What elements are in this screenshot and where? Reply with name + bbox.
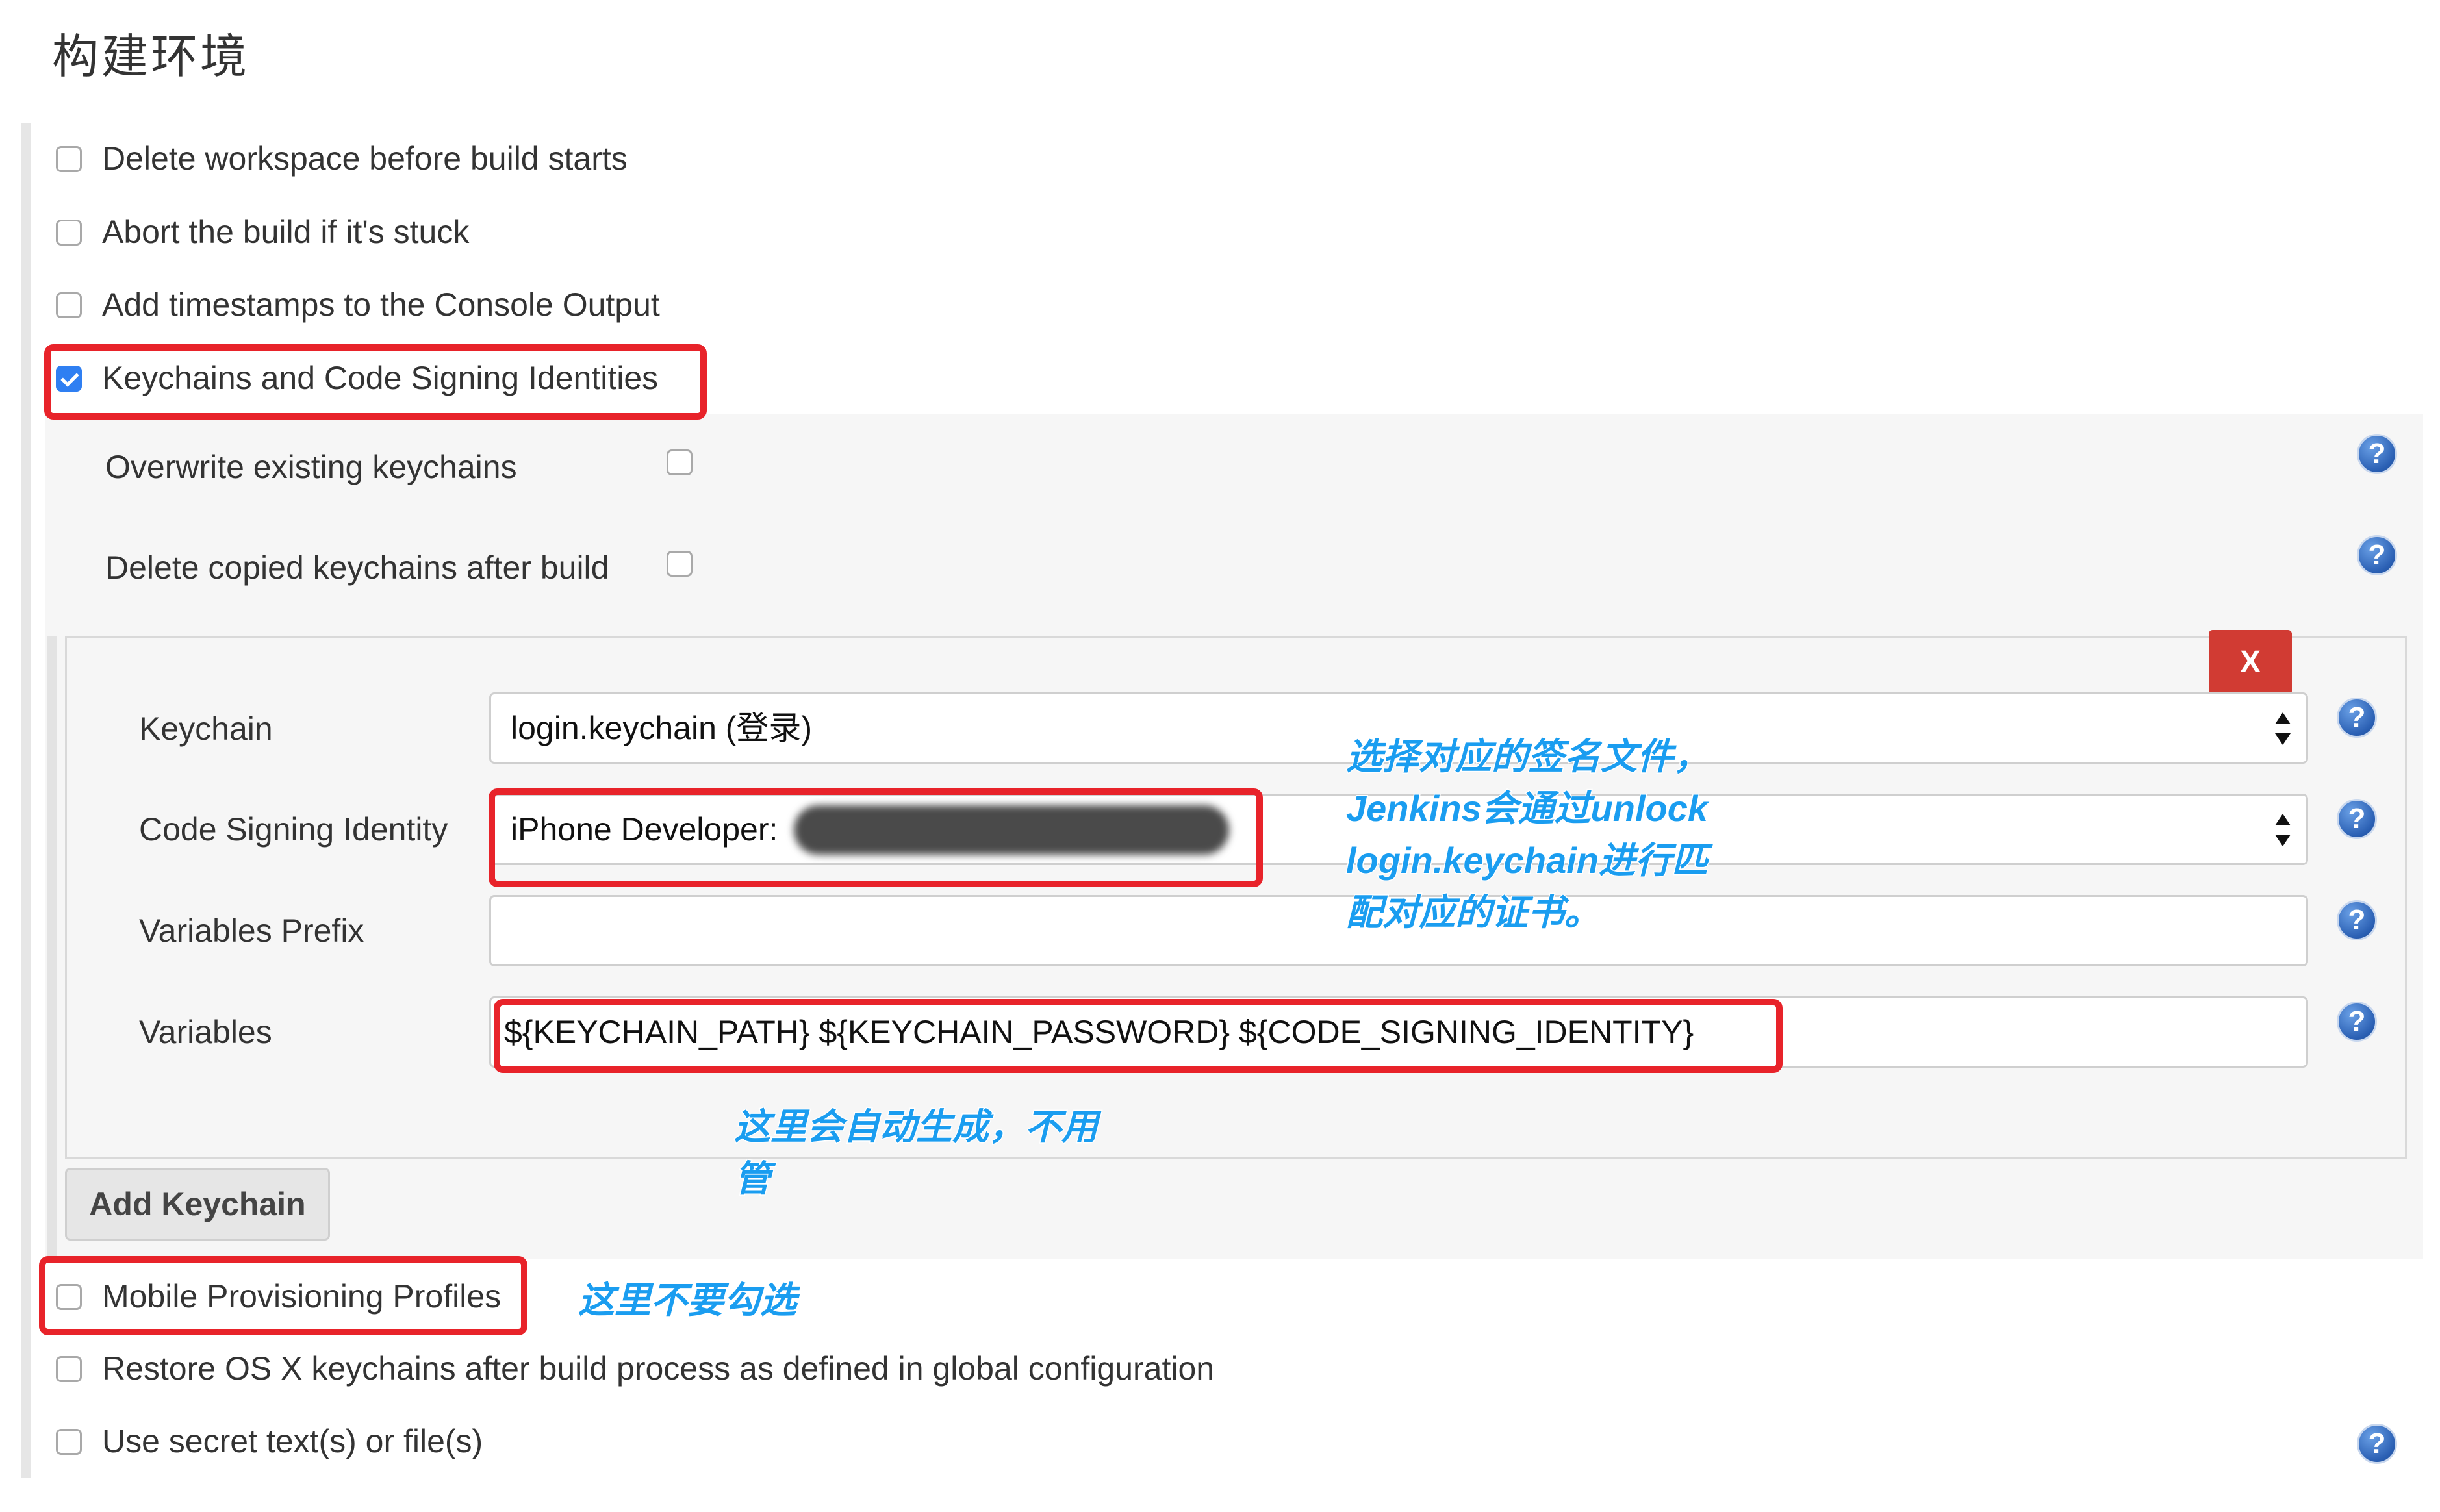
help-icon[interactable]: ?: [2337, 698, 2377, 738]
help-icon[interactable]: ?: [2357, 434, 2397, 474]
highlight-box-keychains: [44, 344, 707, 420]
overwrite-keychains-label: Overwrite existing keychains: [105, 449, 517, 485]
delete-copied-keychains-label: Delete copied keychains after build: [105, 549, 609, 586]
keychain-entry-bar: [47, 636, 57, 1257]
delete-workspace-checkbox[interactable]: [56, 146, 82, 172]
variables-annotation: 这里会自动生成，不用 管: [733, 1105, 1099, 1200]
select-arrows-icon: [2274, 712, 2292, 745]
help-icon[interactable]: ?: [2337, 799, 2377, 839]
variables-prefix-label: Variables Prefix: [139, 913, 364, 949]
profiles-annotation: 这里不要勾选: [578, 1279, 798, 1322]
highlight-box-identity: [489, 788, 1263, 887]
secret-text-checkbox[interactable]: [56, 1429, 82, 1455]
identity-annotation: 选择对应的签名文件， Jenkins会通过unlock login.keycha…: [1345, 735, 1711, 934]
section-divider-bar: [21, 123, 31, 1478]
keychain-label: Keychain: [139, 711, 273, 747]
highlight-box-provisioning: [39, 1256, 527, 1335]
delete-workspace-label: Delete workspace before build starts: [102, 140, 628, 177]
help-icon[interactable]: ?: [2357, 535, 2397, 575]
section-title: 构建环境: [52, 31, 250, 83]
overwrite-keychains-checkbox[interactable]: [667, 449, 693, 475]
delete-copied-keychains-checkbox[interactable]: [667, 551, 693, 577]
restore-keychains-checkbox[interactable]: [56, 1356, 82, 1382]
restore-keychains-label: Restore OS X keychains after build proce…: [102, 1350, 1215, 1387]
delete-keychain-button[interactable]: X: [2209, 630, 2292, 695]
highlight-box-variables: [494, 999, 1783, 1073]
abort-stuck-checkbox[interactable]: [56, 220, 82, 246]
help-icon[interactable]: ?: [2357, 1424, 2397, 1464]
add-timestamps-label: Add timestamps to the Console Output: [102, 286, 660, 323]
add-timestamps-checkbox[interactable]: [56, 292, 82, 318]
secret-text-label: Use secret text(s) or file(s): [102, 1423, 483, 1459]
abort-stuck-label: Abort the build if it's stuck: [102, 214, 470, 250]
help-icon[interactable]: ?: [2337, 900, 2377, 940]
add-keychain-button[interactable]: Add Keychain: [65, 1168, 330, 1241]
variables-label: Variables: [139, 1014, 272, 1050]
select-arrows-icon: [2274, 814, 2292, 846]
keychain-select-value: login.keychain (登录): [511, 710, 813, 746]
code-signing-identity-label: Code Signing Identity: [139, 811, 448, 848]
help-icon[interactable]: ?: [2337, 1002, 2377, 1042]
